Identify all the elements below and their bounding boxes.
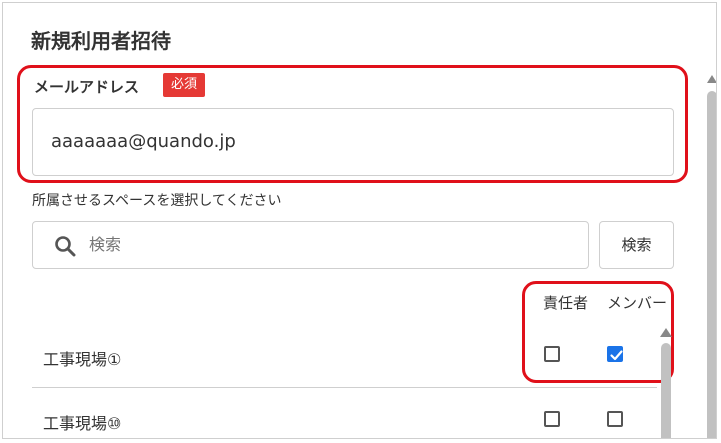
column-header-member: メンバー xyxy=(607,294,668,312)
dialog-title: 新規利用者招待 xyxy=(31,29,171,53)
search-button[interactable]: 検索 xyxy=(599,221,674,269)
space-search-input[interactable] xyxy=(89,222,569,268)
owner-checkbox-row-2[interactable] xyxy=(544,411,560,427)
search-icon xyxy=(53,234,77,258)
check-icon xyxy=(610,350,623,361)
inner-scrollbar[interactable] xyxy=(661,343,671,438)
space-search-box[interactable] xyxy=(32,221,589,269)
space-row-label: 工事現場① xyxy=(43,350,122,369)
inner-scroll-up-arrow[interactable] xyxy=(660,328,672,337)
space-select-label: 所属させるスペースを選択してください xyxy=(32,193,282,209)
email-field[interactable]: aaaaaaa@quando.jp xyxy=(32,108,674,176)
email-label: メールアドレス xyxy=(34,78,140,96)
space-row-label: 工事現場⑩ xyxy=(43,414,122,433)
owner-checkbox-row-1[interactable] xyxy=(544,346,560,362)
row-divider xyxy=(32,387,657,388)
invite-user-dialog: 新規利用者招待 メールアドレス 必須 aaaaaaa@quando.jp 所属さ… xyxy=(2,2,717,439)
column-header-owner: 責任者 xyxy=(543,294,589,312)
required-badge: 必須 xyxy=(163,73,206,97)
outer-scroll-up-arrow[interactable] xyxy=(707,75,716,83)
outer-scrollbar[interactable] xyxy=(707,91,716,438)
member-checkbox-row-2[interactable] xyxy=(607,411,623,427)
member-checkbox-row-1[interactable] xyxy=(607,346,623,362)
